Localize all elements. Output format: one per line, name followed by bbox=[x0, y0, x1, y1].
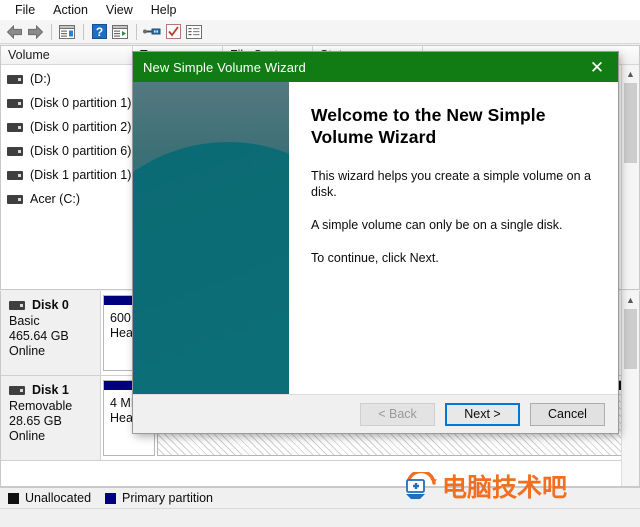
window-play-icon[interactable] bbox=[110, 22, 130, 42]
wizard-banner-image bbox=[133, 82, 289, 394]
new-simple-volume-wizard-dialog: New Simple Volume Wizard ✕ Welcome to th… bbox=[133, 52, 618, 433]
volume-name: Acer (C:) bbox=[30, 192, 80, 206]
disk-capacity: 28.65 GB bbox=[9, 414, 62, 428]
checkbox-icon[interactable] bbox=[163, 22, 183, 42]
next-button[interactable]: Next > bbox=[445, 402, 520, 426]
scroll-thumb[interactable] bbox=[624, 309, 637, 369]
back-button[interactable]: < Back bbox=[360, 402, 435, 426]
dialog-paragraph-3: To continue, click Next. bbox=[311, 251, 439, 265]
window-list-icon[interactable] bbox=[57, 22, 77, 42]
watermark-logo-icon bbox=[404, 469, 438, 502]
disk-name: Disk 1 bbox=[32, 383, 69, 397]
disk-status: Online bbox=[9, 344, 46, 358]
disk-title: Disk 1 bbox=[9, 383, 100, 397]
disk-info-0[interactable]: Disk 0 Basic 465.64 GB Online bbox=[1, 291, 101, 375]
wrench-icon[interactable] bbox=[142, 22, 162, 42]
toolbar-separator bbox=[51, 23, 52, 40]
volume-name: (Disk 1 partition 1) bbox=[30, 168, 132, 182]
drive-icon bbox=[7, 146, 23, 156]
scroll-up-arrow-icon[interactable]: ▲ bbox=[622, 65, 639, 82]
disk-type: Removable bbox=[9, 399, 73, 413]
disk-status: Online bbox=[9, 429, 46, 443]
close-icon[interactable]: ✕ bbox=[576, 52, 618, 82]
volume-name: (Disk 0 partition 1) bbox=[30, 96, 132, 110]
legend-item-unallocated: Unallocated bbox=[8, 491, 91, 505]
legend-label: Primary partition bbox=[122, 491, 214, 505]
toolbar: ? bbox=[0, 20, 640, 44]
status-bar bbox=[0, 508, 640, 527]
volume-name: (Disk 0 partition 2) bbox=[30, 120, 132, 134]
toolbar-separator bbox=[136, 23, 137, 40]
scroll-thumb[interactable] bbox=[624, 83, 637, 163]
disk-icon bbox=[9, 385, 25, 395]
menu-action[interactable]: Action bbox=[44, 2, 97, 18]
properties-list-icon[interactable] bbox=[184, 22, 204, 42]
menu-view[interactable]: View bbox=[97, 2, 142, 18]
watermark-text: 电脑技术吧 bbox=[442, 472, 568, 502]
scroll-up-arrow-icon[interactable]: ▲ bbox=[622, 291, 639, 308]
volume-name: (D:) bbox=[30, 72, 51, 86]
toolbar-separator bbox=[83, 23, 84, 40]
dialog-heading: Welcome to the New Simple Volume Wizard bbox=[311, 105, 546, 147]
help-question-icon[interactable]: ? bbox=[89, 22, 109, 42]
legend-item-primary-partition: Primary partition bbox=[105, 491, 213, 505]
disk-icon bbox=[9, 300, 25, 310]
disk-title: Disk 0 bbox=[9, 298, 100, 312]
watermark: 电脑技术吧 bbox=[404, 469, 568, 502]
banner-arc-decoration bbox=[133, 142, 289, 394]
disk-management-window: File Action View Help ? Volume (D:) (Dis… bbox=[0, 0, 640, 527]
menu-bar: File Action View Help bbox=[0, 0, 640, 20]
legend-label: Unallocated bbox=[25, 491, 92, 505]
drive-icon bbox=[7, 98, 23, 108]
dialog-content: Welcome to the New Simple Volume Wizard … bbox=[289, 82, 618, 394]
volume-name: (Disk 0 partition 6) bbox=[30, 144, 132, 158]
drive-icon bbox=[7, 74, 23, 84]
svg-text:?: ? bbox=[95, 25, 102, 39]
menu-file[interactable]: File bbox=[6, 2, 44, 18]
disk-capacity: 465.64 GB bbox=[9, 329, 69, 343]
cancel-button[interactable]: Cancel bbox=[530, 402, 605, 426]
dialog-footer: < Back Next > Cancel bbox=[133, 394, 618, 433]
drive-icon bbox=[7, 170, 23, 180]
forward-arrow-icon[interactable] bbox=[25, 22, 45, 42]
disk-info-1[interactable]: Disk 1 Removable 28.65 GB Online bbox=[1, 376, 101, 460]
back-arrow-icon[interactable] bbox=[4, 22, 24, 42]
dialog-body: Welcome to the New Simple Volume Wizard … bbox=[133, 82, 618, 394]
menu-help[interactable]: Help bbox=[142, 2, 186, 18]
drive-icon bbox=[7, 194, 23, 204]
legend-swatch-primary bbox=[105, 492, 117, 504]
disk-pane-vertical-scrollbar[interactable]: ▲ bbox=[621, 291, 639, 486]
drive-icon bbox=[7, 122, 23, 132]
disk-type: Basic bbox=[9, 314, 40, 328]
volume-pane-vertical-scrollbar[interactable]: ▲ bbox=[621, 65, 639, 289]
disk-name: Disk 0 bbox=[32, 298, 69, 312]
legend-swatch-unallocated bbox=[8, 492, 19, 504]
dialog-title-bar[interactable]: New Simple Volume Wizard ✕ bbox=[133, 52, 618, 82]
column-header-volume[interactable]: Volume bbox=[1, 46, 133, 64]
dialog-title: New Simple Volume Wizard bbox=[143, 59, 306, 75]
dialog-paragraph-1: This wizard helps you create a simple vo… bbox=[311, 169, 591, 199]
dialog-paragraph-2: A simple volume can only be on a single … bbox=[311, 218, 563, 232]
